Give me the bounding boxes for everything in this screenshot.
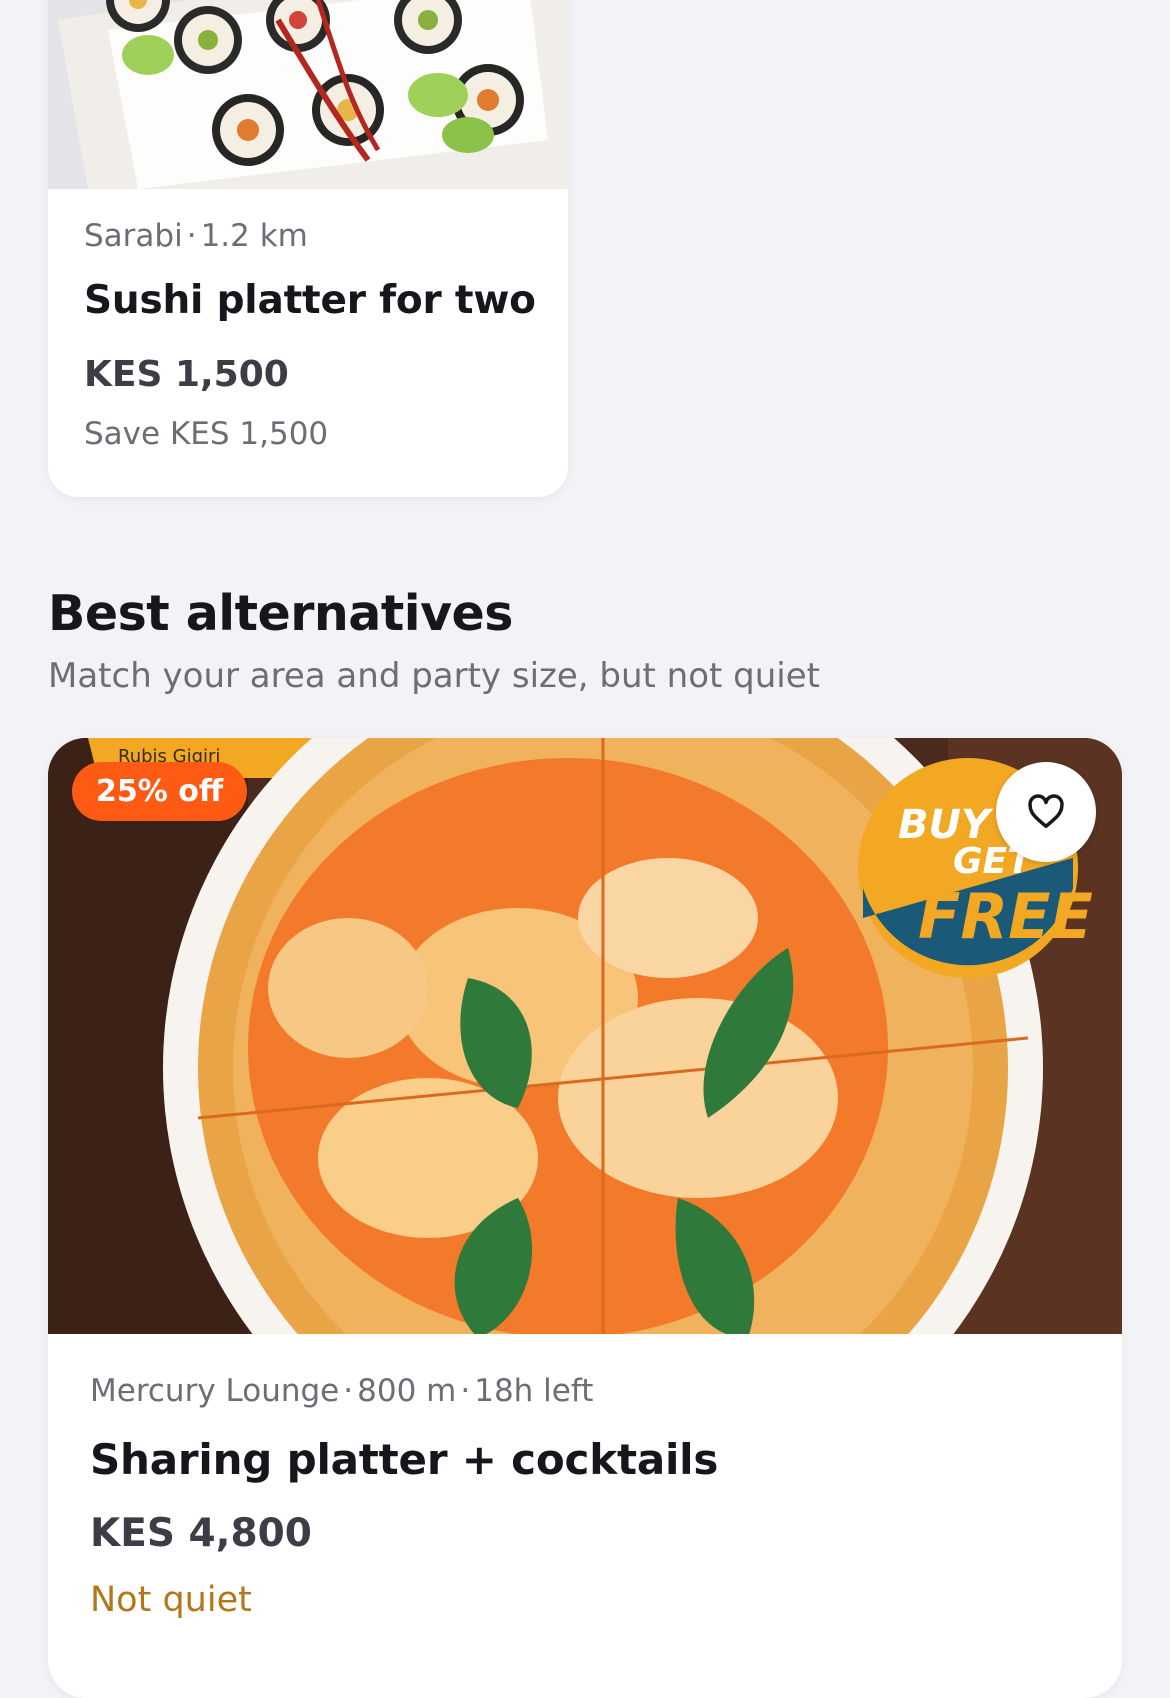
time-left: 18h left <box>474 1373 594 1409</box>
heart-icon <box>1028 794 1064 828</box>
distance: 800 m <box>357 1373 457 1409</box>
promo-text-bottom: FREE <box>918 880 1093 953</box>
deal-card-sarabi[interactable]: Sarabi · 1.2 km Sushi platter for two KES … <box>48 0 568 497</box>
deal-title: Sushi platter for two <box>84 278 536 323</box>
deal-title: Sharing platter + cocktails <box>90 1435 719 1484</box>
favorite-button[interactable] <box>996 762 1096 862</box>
separator-dot: · <box>460 1373 471 1409</box>
deal-meta: Sarabi · 1.2 km <box>84 218 538 254</box>
section-subtitle: Match your area and party size, but not … <box>48 656 820 696</box>
section-title: Best alternatives <box>48 585 513 642</box>
venue-name: Sarabi <box>84 218 183 254</box>
deal-price: KES 4,800 <box>90 1511 312 1556</box>
separator-dot: · <box>186 218 197 254</box>
deal-image-sushi <box>48 0 568 189</box>
deal-image-pizza: Rubis Gigiri BUY 1 GET FREE <box>48 738 1122 1334</box>
discount-badge: 25% off <box>72 762 248 821</box>
distance: 1.2 km <box>200 218 308 254</box>
deal-price: KES 1,500 <box>84 354 289 395</box>
deal-card-mercury-lounge[interactable]: Rubis Gigiri BUY 1 GET FREE 25% off Merc… <box>48 738 1122 1698</box>
separator-dot: · <box>343 1373 354 1409</box>
noise-warning: Not quiet <box>90 1580 252 1620</box>
venue-name: Mercury Lounge <box>90 1373 340 1409</box>
deal-meta: Mercury Lounge · 800 m · 18h left <box>90 1373 1092 1409</box>
deal-savings: Save KES 1,500 <box>84 416 329 452</box>
